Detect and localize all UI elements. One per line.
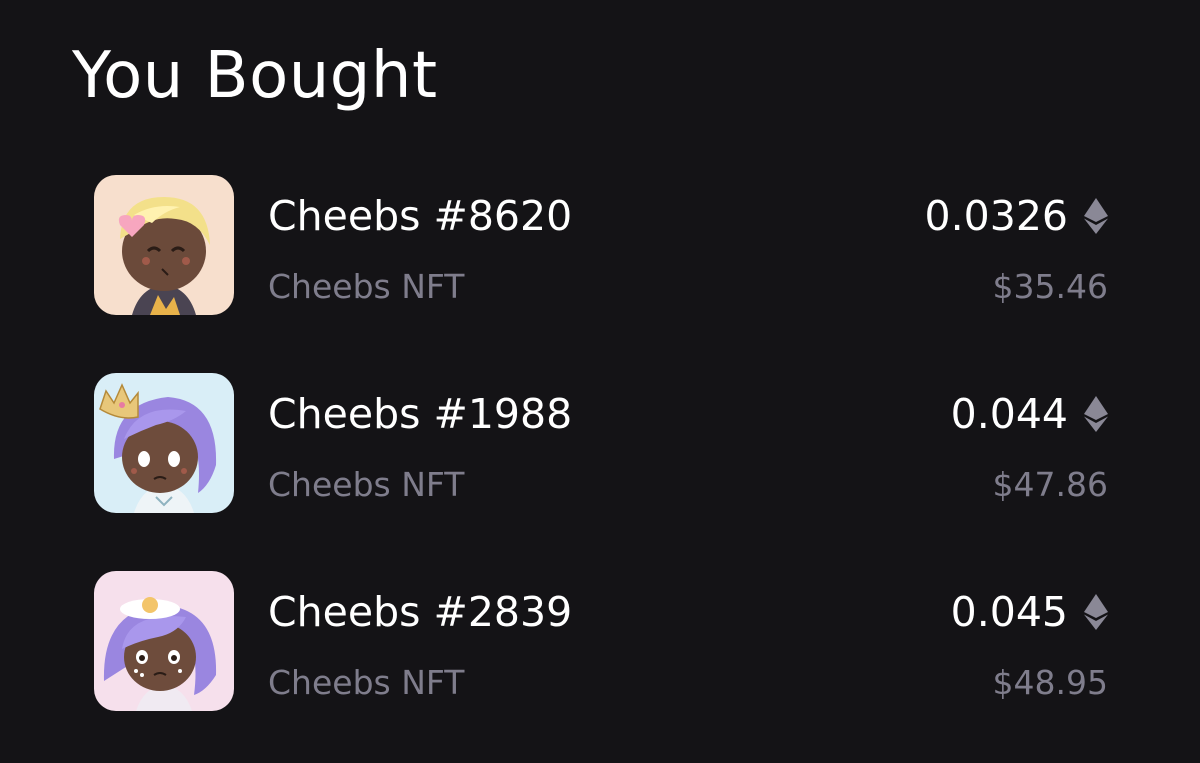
price-eth-value: 0.045 [950, 588, 1068, 636]
nft-name: Cheebs #8620 [268, 192, 573, 240]
nft-name: Cheebs #1988 [268, 390, 573, 438]
price-eth-value: 0.0326 [924, 192, 1068, 240]
nft-avatar [94, 571, 234, 711]
ethereum-icon [1084, 198, 1108, 234]
nft-name: Cheebs #2839 [268, 588, 573, 636]
nft-avatar [94, 373, 234, 513]
collection-name: Cheebs NFT [268, 663, 465, 702]
price-usd: $48.95 [992, 663, 1108, 702]
price-usd: $35.46 [992, 267, 1108, 306]
price-eth: 0.044 [951, 389, 1108, 439]
list-item[interactable]: Cheebs #8620 Cheebs NFT 0.0326 $35.46 [94, 175, 1114, 315]
collection-name: Cheebs NFT [268, 465, 465, 504]
ethereum-icon [1084, 594, 1108, 630]
price-eth: 0.045 [951, 587, 1108, 637]
price-usd: $47.86 [992, 465, 1108, 504]
ethereum-icon [1084, 396, 1108, 432]
price-eth-value: 0.044 [950, 390, 1068, 438]
list-item[interactable]: Cheebs #1988 Cheebs NFT 0.044 $47.86 [94, 373, 1114, 513]
list-item[interactable]: Cheebs #2839 Cheebs NFT 0.045 $48.95 [94, 571, 1114, 711]
nft-avatar [94, 175, 234, 315]
collection-name: Cheebs NFT [268, 267, 465, 306]
price-eth: 0.0326 [925, 191, 1108, 241]
page-title: You Bought [72, 39, 438, 113]
